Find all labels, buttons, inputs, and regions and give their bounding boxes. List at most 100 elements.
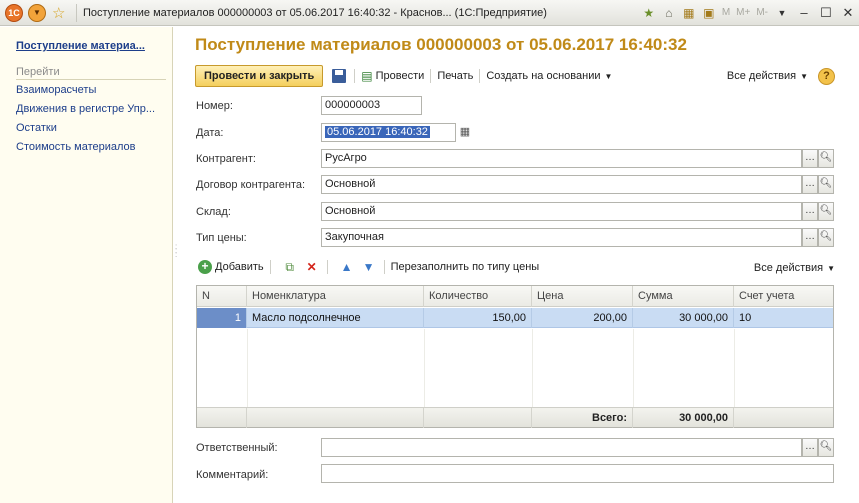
dropdown-arrow-icon[interactable]: ▼ [771, 3, 793, 23]
calculator-icon[interactable]: ▦ [679, 3, 699, 23]
materials-table[interactable]: N Номенклатура Количество Цена Сумма Сче… [196, 285, 834, 428]
nav-item-settlements[interactable]: Взаиморасчеты [16, 84, 96, 96]
column-divider [633, 329, 634, 407]
move-down-icon[interactable]: ▼ [360, 258, 378, 276]
add-icon: + [198, 260, 212, 274]
calendar-picker-icon[interactable]: ▦ [458, 125, 472, 140]
cell-nomenclature[interactable]: Масло подсолнечное [247, 308, 424, 328]
memory-m-button[interactable]: M [722, 7, 730, 18]
price-type-field[interactable]: Закупочная [321, 228, 802, 247]
comment-label: Комментарий: [196, 469, 269, 481]
add-favorite-icon[interactable]: ★ [639, 3, 659, 23]
counterparty-select-button[interactable]: … [802, 149, 818, 168]
column-header-account[interactable]: Счет учета [734, 286, 833, 307]
contract-field[interactable]: Основной [321, 175, 802, 194]
comment-field[interactable] [321, 464, 834, 483]
cell-sum[interactable]: 30 000,00 [633, 308, 734, 328]
chevron-down-icon: ▼ [827, 263, 835, 273]
price-type-select-button[interactable]: … [802, 228, 818, 247]
main-menu-icon[interactable]: ▼ [28, 3, 46, 22]
save-button[interactable] [330, 67, 348, 85]
add-row-button[interactable]: + Добавить [198, 260, 264, 274]
warehouse-label: Склад: [196, 206, 231, 218]
column-header-price[interactable]: Цена [532, 286, 633, 307]
home-icon[interactable]: ⌂ [659, 3, 679, 23]
nav-item-material-cost[interactable]: Стоимость материалов [16, 141, 135, 153]
footer-cell-empty [197, 408, 247, 428]
cell-n[interactable]: 1 [197, 308, 247, 328]
warehouse-select-button[interactable]: … [802, 202, 818, 221]
contract-select-button[interactable]: … [802, 175, 818, 194]
title-bar-tools: ★ ⌂ ▦ ▣ M M+ M- ▼ – ☐ ✕ [639, 0, 859, 25]
nav-section-heading: Перейти [16, 66, 60, 78]
calendar-icon[interactable]: ▣ [699, 3, 719, 23]
post-and-close-button[interactable]: Провести и закрыть [195, 65, 324, 87]
memory-plus-button[interactable]: M+ [736, 7, 750, 18]
move-up-icon[interactable]: ▲ [338, 258, 356, 276]
save-icon [332, 69, 347, 83]
column-header-quantity[interactable]: Количество [424, 286, 532, 307]
footer-cell-empty [424, 408, 532, 428]
cell-price[interactable]: 200,00 [532, 308, 633, 328]
number-field[interactable]: 000000003 [321, 96, 422, 115]
minimize-button[interactable]: – [793, 3, 815, 23]
responsible-field[interactable] [321, 438, 802, 457]
delete-row-icon[interactable]: ✕ [303, 258, 321, 276]
toolbar-separator [269, 260, 271, 274]
window-title-bar: 1С ▼ ☆ Поступление материалов 000000003 … [0, 0, 859, 26]
contract-label: Договор контрагента: [196, 179, 306, 191]
command-separator [479, 69, 481, 83]
table-header: N Номенклатура Количество Цена Сумма Сче… [197, 286, 833, 307]
counterparty-field[interactable]: РусАгро [321, 149, 802, 168]
help-icon[interactable]: ? [818, 67, 835, 85]
column-divider [734, 329, 735, 407]
warehouse-open-icon[interactable]: 🔍︎ [818, 202, 834, 221]
responsible-open-icon[interactable]: 🔍︎ [818, 438, 834, 457]
column-divider [424, 329, 425, 407]
responsible-label: Ответственный: [196, 442, 278, 454]
create-based-on-button[interactable]: Создать на основании ▼ [486, 70, 612, 82]
app-logo-icon[interactable]: 1С [5, 3, 23, 22]
total-sum: 30 000,00 [633, 408, 734, 428]
counterparty-open-icon[interactable]: 🔍︎ [818, 149, 834, 168]
column-header-nomenclature[interactable]: Номенклатура [247, 286, 424, 307]
warehouse-field[interactable]: Основной [321, 202, 802, 221]
memory-minus-button[interactable]: M- [756, 7, 768, 18]
table-all-actions-label: Все действия [753, 262, 824, 274]
date-label: Дата: [196, 127, 224, 139]
date-value: 05.06.2017 16:40:32 [325, 126, 430, 138]
responsible-select-button[interactable]: … [802, 438, 818, 457]
all-actions-button[interactable]: Все действия ▼ [727, 70, 808, 82]
column-header-sum[interactable]: Сумма [633, 286, 734, 307]
document-title: Поступление материалов 000000003 от 05.0… [195, 35, 687, 54]
footer-cell-empty [247, 408, 424, 428]
copy-row-icon[interactable]: ⧉ [281, 258, 299, 276]
post-button[interactable]: ▤ Провести [361, 69, 424, 83]
post-button-label: Провести [375, 70, 425, 82]
cell-quantity[interactable]: 150,00 [424, 308, 532, 328]
nav-current-document[interactable]: Поступление материа... [16, 40, 168, 52]
nav-item-balances[interactable]: Остатки [16, 122, 57, 134]
column-header-n[interactable]: N [197, 286, 247, 307]
add-row-label: Добавить [215, 261, 264, 273]
toolbar-separator [383, 260, 385, 274]
table-row[interactable]: 1 Масло подсолнечное 150,00 200,00 30 00… [197, 308, 833, 328]
maximize-button[interactable]: ☐ [815, 3, 837, 23]
print-button[interactable]: Печать [437, 70, 473, 82]
refill-by-price-type-button[interactable]: Перезаполнить по типу цены [391, 261, 540, 273]
nav-item-register-movements[interactable]: Движения в регистре Упр... [16, 103, 155, 115]
post-document-icon: ▤ [361, 69, 373, 83]
table-all-actions-button[interactable]: Все действия ▼ [754, 262, 835, 274]
cell-account[interactable]: 10 [734, 308, 833, 328]
favorite-star-icon[interactable]: ☆ [52, 4, 68, 22]
panel-splitter-handle[interactable]: ::: [175, 243, 177, 259]
nav-divider [16, 79, 166, 80]
close-button[interactable]: ✕ [837, 3, 859, 23]
create-based-on-label: Создать на основании [486, 70, 601, 82]
date-field[interactable]: 05.06.2017 16:40:32 [321, 123, 456, 142]
contract-open-icon[interactable]: 🔍︎ [818, 175, 834, 194]
counterparty-label: Контрагент: [196, 153, 256, 165]
table-toolbar-right: Все действия ▼ [754, 256, 835, 280]
number-label: Номер: [196, 100, 233, 112]
price-type-open-icon[interactable]: 🔍︎ [818, 228, 834, 247]
